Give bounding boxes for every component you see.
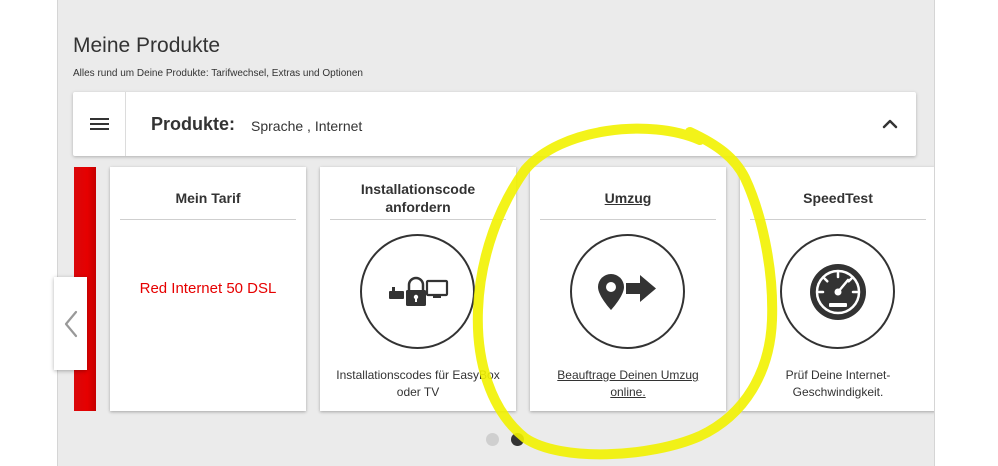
card-title: Mein Tarif [175, 190, 241, 206]
divider [120, 219, 296, 220]
divider [330, 219, 506, 220]
products-panel: Meine Produkte Alles rund um Deine Produ… [57, 0, 935, 466]
chevron-left-icon [64, 310, 77, 337]
umzug-description-link[interactable]: Beauftrage Deinen Umzug online. [540, 367, 716, 401]
products-bar[interactable]: Produkte: Sprache , Internet [73, 92, 916, 156]
card-title: SpeedTest [803, 190, 873, 206]
tariff-name[interactable]: Red Internet 50 DSL [110, 280, 306, 297]
card-umzug[interactable]: Umzug Beauftrage Deinen Umzug online. [530, 167, 726, 411]
chevron-up-icon[interactable] [880, 114, 900, 134]
hamburger-icon[interactable] [73, 92, 126, 156]
card-title: Installationscode anfordern [360, 181, 476, 215]
carousel-dot-2-active[interactable] [511, 433, 524, 446]
umzug-link[interactable]: Umzug [540, 177, 716, 219]
card-description: Installationscodes für EasyBox oder TV [336, 368, 500, 399]
card-mein-tarif[interactable]: Mein Tarif Red Internet 50 DSL [110, 167, 306, 411]
divider [540, 219, 716, 220]
card-description: Prüf Deine Internet-Geschwindigkeit. [785, 368, 891, 399]
lock-devices-icon [360, 234, 475, 349]
carousel-dot-1[interactable] [486, 433, 499, 446]
card-speedtest[interactable]: SpeedTest Prüf Deine Internet-Geschwindi… [740, 167, 934, 411]
page-subtitle: Alles rund um Deine Produkte: Tarifwechs… [73, 68, 363, 79]
divider [750, 219, 926, 220]
page-title: Meine Produkte [73, 34, 221, 57]
card-installationscode[interactable]: Installationscode anfordern Installation… [320, 167, 516, 411]
products-value: Sprache , Internet [251, 118, 363, 134]
speedometer-icon [780, 234, 895, 349]
carousel-prev-button[interactable] [54, 277, 87, 370]
products-label: Produkte: [151, 114, 236, 134]
location-arrow-icon [570, 234, 685, 349]
